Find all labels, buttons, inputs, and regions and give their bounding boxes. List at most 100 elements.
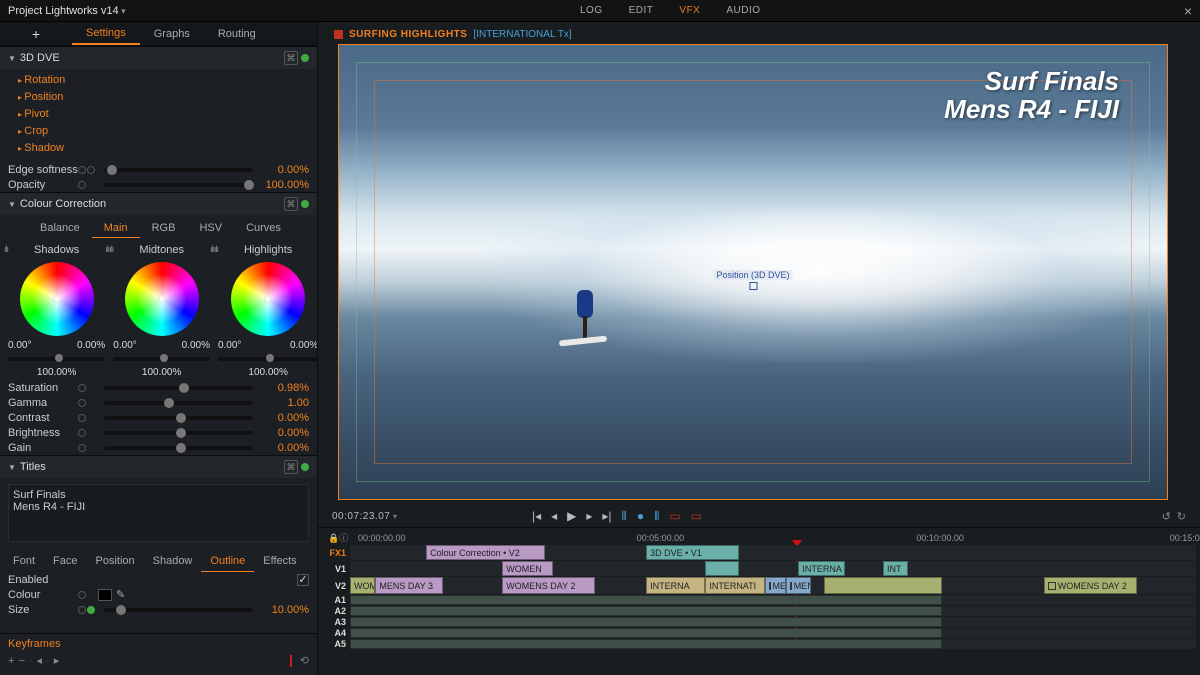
param-opacity[interactable]: Opacity 100.00% <box>0 177 317 192</box>
tab-settings[interactable]: Settings <box>72 22 140 45</box>
cc-tab-curves[interactable]: Curves <box>234 219 293 238</box>
cc-tab-hsv[interactable]: HSV <box>187 219 234 238</box>
kf-prev-icon[interactable]: ◂ <box>37 654 43 667</box>
param-gamma[interactable]: Gamma 1.00 <box>0 395 317 410</box>
colour-swatch[interactable] <box>98 589 112 601</box>
track-label[interactable]: V2 <box>322 581 350 591</box>
dve-rotation[interactable]: Rotation <box>18 72 309 89</box>
cc-tab-main[interactable]: Main <box>92 219 140 238</box>
title-tab-effects[interactable]: Effects <box>254 551 305 572</box>
enable-dot-icon[interactable] <box>301 463 309 471</box>
track-lane[interactable] <box>350 639 1196 649</box>
timeline-clip[interactable]: INTERNA <box>798 561 845 576</box>
insert-icon[interactable]: ▭ <box>669 509 680 524</box>
tab-edit[interactable]: EDIT <box>629 5 654 16</box>
reset-icon[interactable]: ılı <box>214 244 218 260</box>
colour-wheel-shadows[interactable]: ılıShadowsılı 0.00°0.00% 100.00% <box>4 244 109 378</box>
timeline-clip[interactable] <box>824 577 942 594</box>
track-lane[interactable] <box>350 595 1196 605</box>
enable-dot-icon[interactable] <box>301 200 309 208</box>
transform-gizmo[interactable]: Position (3D DVE) <box>713 270 792 292</box>
timeline-clip[interactable]: MENS DAY 3 <box>375 577 443 594</box>
timeline-clip[interactable]: WOMEN <box>502 561 553 576</box>
param-brightness[interactable]: Brightness 0.00% <box>0 425 317 440</box>
title-tab-position[interactable]: Position <box>86 551 143 572</box>
eyedropper-icon[interactable]: ✎ <box>116 588 125 601</box>
panel-colour-correction-header[interactable]: ▼Colour Correction ⌘ <box>0 193 317 215</box>
panel-titles-header[interactable]: ▼Titles ⌘ <box>0 456 317 478</box>
tab-routing[interactable]: Routing <box>204 22 270 45</box>
kf-next-icon[interactable]: ▸ <box>54 654 60 667</box>
timeline-clip[interactable]: Colour Correction • V2 <box>426 545 544 560</box>
track-lane[interactable] <box>350 617 1196 627</box>
tab-vfx[interactable]: VFX <box>679 5 700 16</box>
step-fwd-icon[interactable]: ▸ <box>586 509 592 524</box>
param-saturation[interactable]: Saturation 0.98% <box>0 380 317 395</box>
panel-3d-dve-header[interactable]: ▼3D DVE ⌘ <box>0 47 317 69</box>
timeline-clip[interactable]: INTERNATI <box>705 577 764 594</box>
goto-end-icon[interactable]: ▸| <box>602 509 611 524</box>
title-tab-outline[interactable]: Outline <box>201 551 254 572</box>
title-tab-face[interactable]: Face <box>44 551 86 572</box>
track-label[interactable]: A4 <box>322 628 350 638</box>
colour-wheel-midtones[interactable]: ılıMidtonesılı 0.00°0.00% 100.00% <box>109 244 214 378</box>
track-label[interactable]: V1 <box>322 564 350 574</box>
title-tab-shadow[interactable]: Shadow <box>144 551 202 572</box>
dve-shadow[interactable]: Shadow <box>18 140 309 157</box>
mark-in-icon[interactable]: ⦀ <box>622 509 627 524</box>
time-ruler[interactable]: 🔒ⓘ 00:00:00.00 00:05:00.00 00:10:00.00 0… <box>322 530 1196 545</box>
dve-position[interactable]: Position <box>18 89 309 106</box>
loop-range-icon[interactable]: ↻ <box>1177 510 1186 523</box>
timeline-clip[interactable]: MEN <box>765 577 786 594</box>
param-gain[interactable]: Gain 0.00% <box>0 440 317 455</box>
close-icon[interactable]: × <box>1184 3 1192 19</box>
timeline-clip[interactable]: WOM <box>350 577 375 594</box>
cc-tab-balance[interactable]: Balance <box>28 219 92 238</box>
tab-graphs[interactable]: Graphs <box>140 22 204 45</box>
track-label[interactable]: A2 <box>322 606 350 616</box>
link-icon[interactable]: ⌘ <box>284 51 298 65</box>
dve-pivot[interactable]: Pivot <box>18 106 309 123</box>
track-label[interactable]: A3 <box>322 617 350 627</box>
timeline-clip[interactable]: WOMENS DAY 2 <box>502 577 595 594</box>
param-outline-colour[interactable]: Colour ✎ <box>0 587 317 602</box>
timeline-clip[interactable] <box>705 561 739 576</box>
reset-icon[interactable]: ılı <box>4 244 8 260</box>
link-icon[interactable]: ⌘ <box>284 197 298 211</box>
param-outline-size[interactable]: Size 10.00% <box>0 602 317 617</box>
track-label[interactable]: A1 <box>322 595 350 605</box>
goto-start-icon[interactable]: |◂ <box>532 509 541 524</box>
track-lane[interactable] <box>350 606 1196 616</box>
enable-dot-icon[interactable] <box>301 54 309 62</box>
track-lane[interactable]: Colour Correction • V23D DVE • V1 <box>350 545 1196 560</box>
viewer-canvas[interactable]: Surf Finals Mens R4 - FIJI Position (3D … <box>338 44 1168 500</box>
loop-icon[interactable]: ↺ <box>1162 510 1171 523</box>
add-effect-button[interactable]: + <box>0 26 72 42</box>
kf-sync-icon[interactable]: ⟲ <box>300 654 309 667</box>
track-lane[interactable]: WOMEN INTERNA INT <box>350 561 1196 576</box>
timeline-clip[interactable]: INTERNA <box>646 577 705 594</box>
kf-add-icon[interactable]: + <box>8 655 14 667</box>
link-icon[interactable]: ⌘ <box>284 460 298 474</box>
play-icon[interactable]: ▶ <box>567 509 576 524</box>
timeline-clip[interactable]: INT <box>883 561 908 576</box>
step-back-icon[interactable]: ◂ <box>551 509 557 524</box>
lock-icon[interactable]: 🔒ⓘ <box>328 531 348 544</box>
timeline-clip[interactable]: WOMENS DAY 2 <box>1044 577 1137 594</box>
track-label[interactable]: FX1 <box>322 548 350 558</box>
track-lane[interactable] <box>350 628 1196 638</box>
dve-crop[interactable]: Crop <box>18 123 309 140</box>
track-lane[interactable]: WOMMENS DAY 3 WOMENS DAY 2 INTERNAINTERNAT… <box>350 577 1196 594</box>
timeline[interactable]: 🔒ⓘ 00:00:00.00 00:05:00.00 00:10:00.00 0… <box>318 527 1200 675</box>
kf-remove-icon[interactable]: − <box>18 655 24 667</box>
title-tab-font[interactable]: Font <box>4 551 44 572</box>
overwrite-icon[interactable]: ▭ <box>691 509 702 524</box>
track-label[interactable]: A5 <box>322 639 350 649</box>
marker-icon[interactable]: ● <box>637 509 644 524</box>
param-contrast[interactable]: Contrast 0.00% <box>0 410 317 425</box>
project-title[interactable]: Project Lightworks v14 <box>8 5 126 17</box>
tab-audio[interactable]: AUDIO <box>726 5 760 16</box>
param-edge-softness[interactable]: Edge softness 0.00% <box>0 162 317 177</box>
reset-icon[interactable]: ılı <box>109 244 113 260</box>
timecode-display[interactable]: 00:07:23.07 <box>332 511 398 522</box>
